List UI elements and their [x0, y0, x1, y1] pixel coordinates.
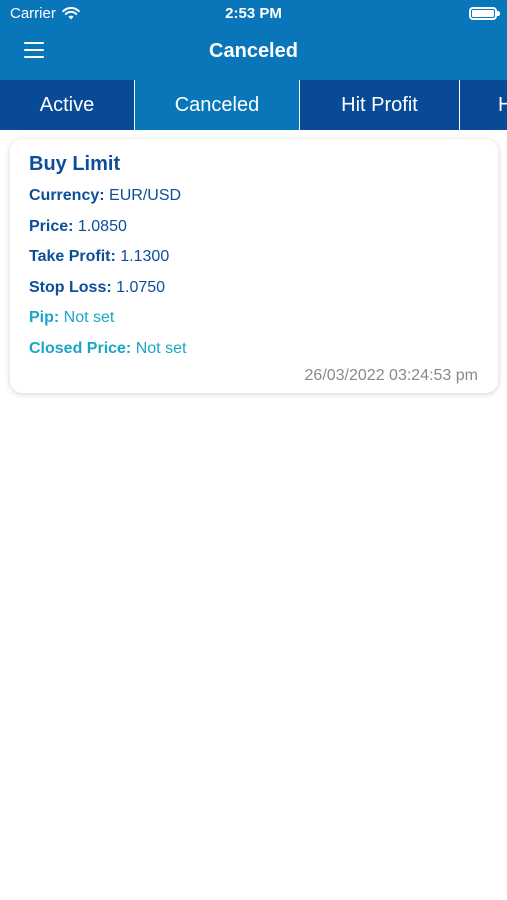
currency-label: Currency:	[29, 187, 105, 204]
app-header: Carrier 2:53 PM Canceled	[0, 0, 507, 80]
order-type-title: Buy Limit	[29, 153, 121, 175]
battery-icon	[469, 7, 500, 20]
take-profit-label: Take Profit:	[29, 248, 116, 266]
order-timestamp: 26/03/2022 03:24:53 pm	[304, 367, 478, 384]
take-profit-row: Take Profit: 1.1300	[29, 242, 479, 273]
currency-value: EUR/USD	[109, 187, 182, 204]
price-row: Price: 1.0850	[29, 212, 479, 243]
pip-label: Pip:	[29, 309, 60, 327]
stop-loss-value: 1.0750	[116, 278, 166, 296]
status-clock: 2:53 PM	[225, 5, 282, 22]
stop-loss-label: Stop Loss:	[29, 278, 112, 296]
tab-active[interactable]: Active	[0, 80, 135, 130]
price-label: Price:	[29, 217, 74, 235]
closed-price-value: Not set	[135, 339, 187, 357]
navigation-bar: Canceled	[0, 28, 507, 80]
pip-value: Not set	[63, 309, 115, 327]
page-title: Canceled	[209, 40, 298, 62]
pip-row: Pip: Not set	[29, 303, 479, 334]
tab-canceled[interactable]: Canceled	[135, 80, 300, 130]
order-card[interactable]: Buy Limit Currency: EUR/USD Price: 1.085…	[10, 139, 498, 393]
order-status-tabs: Active Canceled Hit Profit H	[0, 80, 507, 130]
price-value: 1.0850	[77, 217, 127, 235]
tab-hit-profit[interactable]: Hit Profit	[300, 80, 460, 130]
tab-hit-loss[interactable]: H	[460, 80, 507, 130]
take-profit-value: 1.1300	[120, 248, 170, 266]
closed-price-label: Closed Price:	[29, 339, 132, 357]
status-bar: Carrier 2:53 PM	[0, 0, 507, 28]
currency-row: Currency: EUR/USD	[29, 181, 479, 212]
closed-price-row: Closed Price: Not set	[29, 334, 479, 365]
stop-loss-row: Stop Loss: 1.0750	[29, 273, 479, 304]
